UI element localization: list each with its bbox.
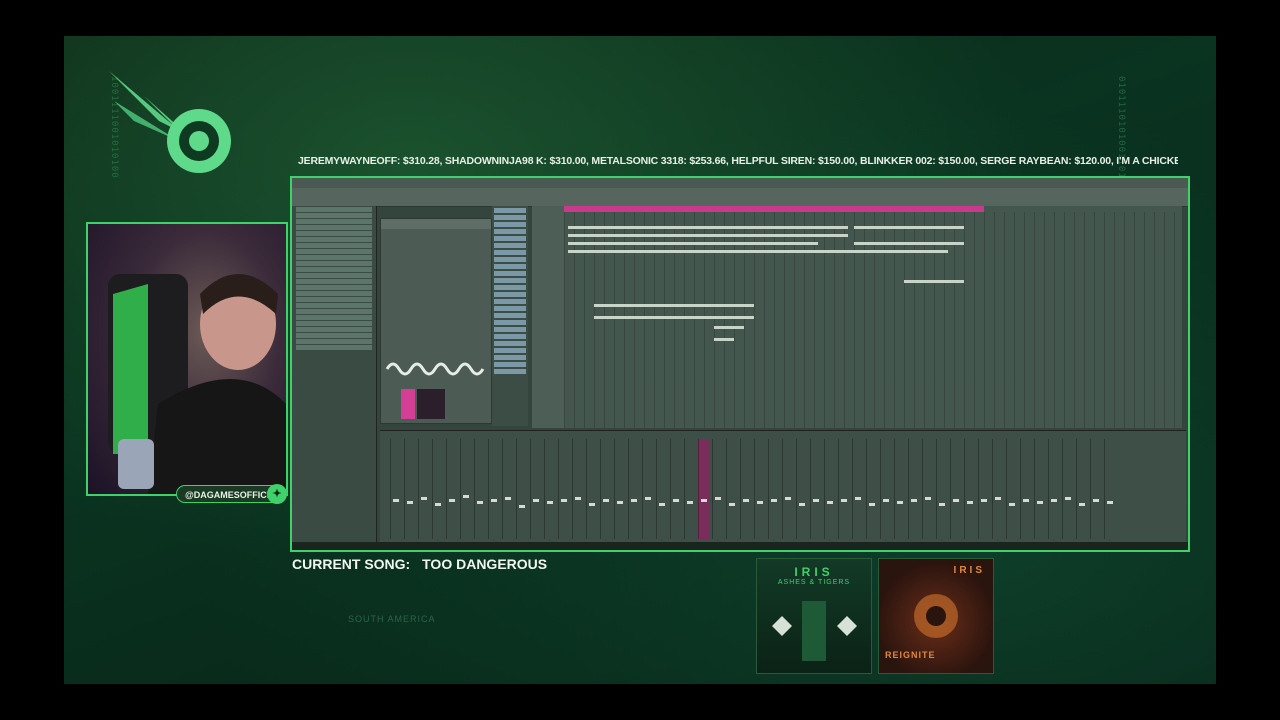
album-art-reignite: IRIS REIGNITE <box>878 558 994 674</box>
current-song-title: TOO DANGEROUS <box>422 556 548 572</box>
album-art-logo <box>914 594 958 638</box>
album-subtitle: REIGNITE <box>885 650 936 660</box>
playlist-arrangement <box>532 206 1182 428</box>
track-headers <box>532 206 564 428</box>
daw-screen-capture <box>290 176 1190 552</box>
channel-logo-icon <box>109 71 231 173</box>
pattern-list <box>492 206 528 426</box>
social-handle: @DAGAMESOFFICIAL ✦ <box>176 484 287 504</box>
sampler-panel <box>380 218 492 424</box>
webcam-feed <box>86 222 288 496</box>
map-label: SOUTH AMERICA <box>348 614 436 624</box>
current-song-label: CURRENT SONG: <box>292 556 411 572</box>
mixer-panel <box>380 430 1186 549</box>
stream-overlay: 1001111001010100 0101110101001101 JEREMY… <box>64 36 1216 684</box>
waveform <box>381 219 491 419</box>
album-subtitle: ASHES & TIGERS <box>777 579 851 586</box>
streamer-silhouette <box>108 274 286 494</box>
menu-bar <box>292 178 1188 188</box>
album-title: IRIS <box>794 565 834 579</box>
os-taskbar <box>292 542 1188 550</box>
browser-panel <box>292 206 377 548</box>
current-song: CURRENT SONG: TOO DANGEROUS <box>292 556 547 572</box>
album-art-figure <box>772 601 857 661</box>
transport-toolbar <box>292 188 1188 207</box>
album-art-ashes-tigers: IRIS ASHES & TIGERS <box>756 558 872 674</box>
playlist-grid <box>564 212 1182 428</box>
twitter-icon: ✦ <box>267 484 287 504</box>
album-title: IRIS <box>953 565 985 576</box>
donation-ticker: JEREMYWAYNEOFF: $310.28, SHADOWNINJA98 K… <box>298 155 1178 167</box>
